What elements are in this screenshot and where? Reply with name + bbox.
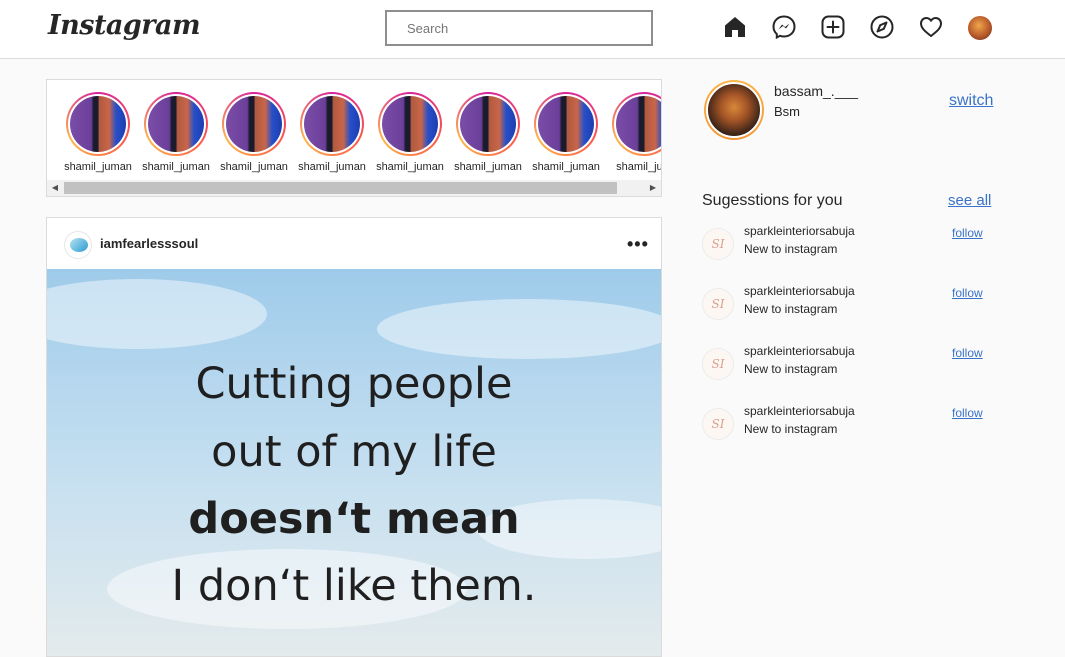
suggestion-avatar[interactable]: SI bbox=[702, 408, 734, 440]
story-avatar bbox=[616, 96, 661, 152]
see-all-link[interactable]: see all bbox=[948, 192, 991, 209]
suggestion-item: SI sparkleinteriorsabuja New to instagra… bbox=[702, 284, 992, 324]
story-username: shamil_juman bbox=[298, 161, 366, 173]
stories-scrollbar[interactable]: ◀ ▶ bbox=[47, 180, 661, 196]
feed-post: iamfearlesssoul ••• Cutting people out o… bbox=[46, 217, 662, 657]
post-username[interactable]: iamfearlesssoul bbox=[100, 236, 198, 251]
suggestions-title: Sugesstions for you bbox=[702, 192, 843, 209]
story-username: shamil_juman bbox=[142, 161, 210, 173]
suggestion-username[interactable]: sparkleinteriorsabuja bbox=[744, 224, 855, 238]
story-ring bbox=[456, 92, 520, 156]
story-avatar bbox=[460, 96, 516, 152]
story-ring bbox=[378, 92, 442, 156]
follow-button[interactable]: follow bbox=[952, 406, 983, 420]
suggestion-subtitle: New to instagram bbox=[744, 242, 838, 256]
suggestion-item: SI sparkleinteriorsabuja New to instagra… bbox=[702, 224, 992, 264]
story-ring bbox=[300, 92, 364, 156]
story-ring bbox=[66, 92, 130, 156]
scrollbar-thumb[interactable] bbox=[64, 182, 617, 194]
story-item[interactable]: shamil_juman bbox=[61, 92, 135, 173]
home-icon[interactable] bbox=[722, 14, 748, 40]
cloud-shape bbox=[377, 299, 661, 359]
suggestion-avatar[interactable]: SI bbox=[702, 348, 734, 380]
current-user-name: Bsm bbox=[774, 104, 800, 119]
profile-avatar-icon[interactable] bbox=[968, 16, 992, 40]
current-user-username[interactable]: bassam_.___ bbox=[774, 83, 858, 99]
suggestion-username[interactable]: sparkleinteriorsabuja bbox=[744, 284, 855, 298]
story-avatar bbox=[148, 96, 204, 152]
more-options-icon[interactable]: ••• bbox=[627, 234, 649, 255]
story-username: shamil_juman bbox=[532, 161, 600, 173]
suggestion-subtitle: New to instagram bbox=[744, 422, 838, 436]
new-post-icon[interactable] bbox=[820, 14, 846, 40]
cloud-shape bbox=[47, 279, 267, 349]
quote-line: Cutting people bbox=[195, 359, 513, 409]
story-item[interactable]: shamil_juman bbox=[373, 92, 447, 173]
story-username: shamil_jum bbox=[616, 161, 661, 173]
scroll-left-arrow-icon[interactable]: ◀ bbox=[47, 180, 63, 196]
quote-line: I don‘t like them. bbox=[171, 561, 537, 611]
activity-heart-icon[interactable] bbox=[918, 14, 944, 40]
scroll-right-arrow-icon[interactable]: ▶ bbox=[645, 180, 661, 196]
story-item[interactable]: shamil_juman bbox=[295, 92, 369, 173]
suggestion-item: SI sparkleinteriorsabuja New to instagra… bbox=[702, 404, 992, 444]
switch-account-link[interactable]: switch bbox=[949, 92, 993, 110]
top-navigation-bar: Instagram bbox=[0, 0, 1065, 59]
story-avatar bbox=[382, 96, 438, 152]
story-ring bbox=[222, 92, 286, 156]
suggestion-subtitle: New to instagram bbox=[744, 302, 838, 316]
quote-line: doesn‘t mean bbox=[188, 494, 520, 544]
story-item[interactable]: shamil_juman bbox=[139, 92, 213, 173]
post-header: iamfearlesssoul ••• bbox=[47, 218, 661, 269]
follow-button[interactable]: follow bbox=[952, 286, 983, 300]
story-item[interactable]: shamil_juman bbox=[529, 92, 603, 173]
quote-line: out of my life bbox=[211, 427, 497, 477]
explore-icon[interactable] bbox=[869, 14, 895, 40]
instagram-logo[interactable]: Instagram bbox=[48, 10, 201, 41]
current-user-avatar[interactable] bbox=[704, 80, 764, 140]
story-item[interactable]: shamil_juman bbox=[451, 92, 525, 173]
suggestion-username[interactable]: sparkleinteriorsabuja bbox=[744, 404, 855, 418]
story-avatar bbox=[304, 96, 360, 152]
story-username: shamil_juman bbox=[64, 161, 132, 173]
follow-button[interactable]: follow bbox=[952, 346, 983, 360]
story-username: shamil_juman bbox=[454, 161, 522, 173]
story-avatar bbox=[226, 96, 282, 152]
story-item[interactable]: shamil_jum bbox=[607, 92, 661, 173]
messenger-icon[interactable] bbox=[771, 14, 797, 40]
follow-button[interactable]: follow bbox=[952, 226, 983, 240]
story-ring bbox=[534, 92, 598, 156]
story-ring bbox=[144, 92, 208, 156]
story-avatar bbox=[538, 96, 594, 152]
story-ring bbox=[612, 92, 661, 156]
suggestion-username[interactable]: sparkleinteriorsabuja bbox=[744, 344, 855, 358]
story-avatar bbox=[70, 96, 126, 152]
suggestion-item: SI sparkleinteriorsabuja New to instagra… bbox=[702, 344, 992, 384]
story-username: shamil_juman bbox=[220, 161, 288, 173]
post-author-avatar[interactable] bbox=[64, 231, 92, 259]
search-input[interactable] bbox=[385, 10, 653, 46]
suggestion-subtitle: New to instagram bbox=[744, 362, 838, 376]
suggestion-avatar[interactable]: SI bbox=[702, 228, 734, 260]
stories-tray: shamil_juman shamil_juman shamil_juman s… bbox=[46, 79, 662, 197]
story-item[interactable]: shamil_juman bbox=[217, 92, 291, 173]
suggestion-avatar[interactable]: SI bbox=[702, 288, 734, 320]
story-username: shamil_juman bbox=[376, 161, 444, 173]
post-image[interactable]: Cutting people out of my life doesn‘t me… bbox=[47, 269, 661, 656]
